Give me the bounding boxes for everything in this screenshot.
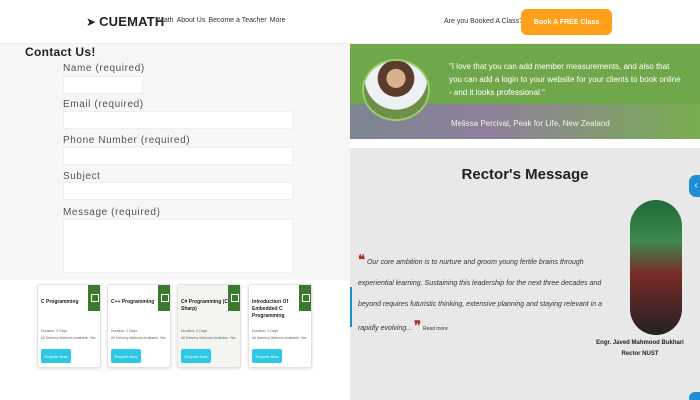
course-duration: Duration: 2 Days: [41, 329, 68, 333]
testimonial-banner: "I love that you can add member measurem…: [350, 44, 700, 139]
course-cards: C Programming Duration: 2 Days All Deliv…: [0, 280, 350, 400]
bookmark-icon: [299, 285, 311, 311]
bookmark-icon: [158, 285, 170, 311]
course-meta: Duration: 2 Days All Delivery Methods Av…: [252, 328, 310, 342]
course-card[interactable]: C Programming Duration: 2 Days All Deliv…: [37, 284, 101, 368]
course-delivery: All Delivery Methods Available: Yes: [252, 336, 307, 340]
contact-form: Contact Us! Name (required) Email (requi…: [0, 44, 350, 280]
course-card[interactable]: C++ Programming Duration: 2 Days All Del…: [107, 284, 171, 368]
enquire-now-button[interactable]: Enquire Now: [111, 349, 141, 363]
course-duration: Duration: 2 Days: [111, 329, 138, 333]
name-field[interactable]: [63, 76, 143, 94]
testimonial-quote: "I love that you can add member measurem…: [449, 62, 681, 97]
rector-message-body: Our core ambition is to nurture and groo…: [358, 259, 602, 332]
open-quote-icon: ❝: [358, 252, 365, 267]
rector-message-text: ❝ Our core ambition is to nurture and gr…: [358, 249, 620, 340]
email-field[interactable]: [63, 111, 293, 129]
enquire-now-button[interactable]: Enquire Now: [252, 349, 282, 363]
enquire-now-button[interactable]: Enquire Now: [41, 349, 71, 363]
course-meta: Duration: 2 Days All Delivery Methods Av…: [41, 328, 99, 342]
course-meta: Duration: 2 Days All Delivery Methods Av…: [181, 328, 239, 342]
course-duration: Duration: 2 Days: [181, 329, 208, 333]
email-label: Email (required): [63, 99, 144, 110]
form-title: Contact Us!: [25, 45, 96, 59]
logo[interactable]: ➤ CUEMATH: [86, 14, 165, 29]
nav-item-teacher[interactable]: Become a Teacher: [208, 17, 266, 24]
site-header: ➤ CUEMATH Math About Us Become a Teacher…: [0, 0, 700, 44]
close-quote-icon: ❞: [414, 318, 422, 333]
rector-title: Rector's Message: [461, 166, 589, 183]
rector-role-line: Rector NUST: [621, 351, 659, 357]
course-title: Introduction Of Embedded C Programming: [252, 299, 289, 319]
rector-name: Engr. Javed Mahmood Bukhari Rector NUST: [580, 338, 700, 360]
scroll-tab-icon[interactable]: [689, 392, 700, 400]
name-label: Name (required): [63, 63, 145, 74]
course-delivery: All Delivery Methods Available: Yes: [111, 336, 166, 340]
message-textarea[interactable]: [63, 219, 293, 273]
book-free-class-button[interactable]: Book A FREE Class: [521, 9, 612, 35]
bookmark-icon: [228, 285, 240, 311]
course-card[interactable]: C# Programming (C Sharp) Duration: 2 Day…: [177, 284, 241, 368]
nav-item-more[interactable]: More: [270, 17, 286, 24]
course-card[interactable]: Introduction Of Embedded C Programming D…: [248, 284, 312, 368]
subject-label: Subject: [63, 171, 101, 182]
message-label: Message (required): [63, 207, 161, 218]
course-title: C# Programming (C Sharp): [181, 299, 228, 312]
course-duration: Duration: 2 Days: [252, 329, 279, 333]
rocket-icon: ➤: [86, 14, 97, 29]
rector-message-section: Rector's Message ❝ Our core ambition is …: [350, 148, 700, 400]
course-delivery: All Delivery Methods Available: Yes: [41, 336, 96, 340]
rector-photo: [630, 200, 682, 335]
read-more-link[interactable]: Read more: [423, 326, 448, 332]
course-delivery: All Delivery Methods Available: Yes: [181, 336, 236, 340]
nav-item-about[interactable]: About Us: [177, 17, 206, 24]
bookmark-icon: [88, 285, 100, 311]
enquire-now-button[interactable]: Enquire Now: [181, 349, 211, 363]
chevron-left-icon[interactable]: ‹: [689, 175, 700, 197]
course-meta: Duration: 2 Days All Delivery Methods Av…: [111, 328, 169, 342]
testimonial-avatar: [362, 59, 430, 121]
course-title: C++ Programming: [111, 299, 155, 305]
phone-label: Phone Number (required): [63, 135, 191, 146]
course-title: C Programming: [41, 299, 79, 305]
logo-text: CUEMATH: [99, 14, 165, 29]
rector-name-line: Engr. Javed Mahmood Bukhari: [596, 340, 684, 346]
main-nav: Math About Us Become a Teacher More: [158, 17, 286, 24]
testimonial-author: Melissa Percival, Peak for Life, New Zea…: [451, 119, 610, 128]
subject-field[interactable]: [63, 182, 293, 200]
nav-item-math[interactable]: Math: [158, 17, 174, 24]
phone-field[interactable]: [63, 147, 293, 165]
cta-prompt: Are you Booked A Class?: [444, 18, 523, 25]
